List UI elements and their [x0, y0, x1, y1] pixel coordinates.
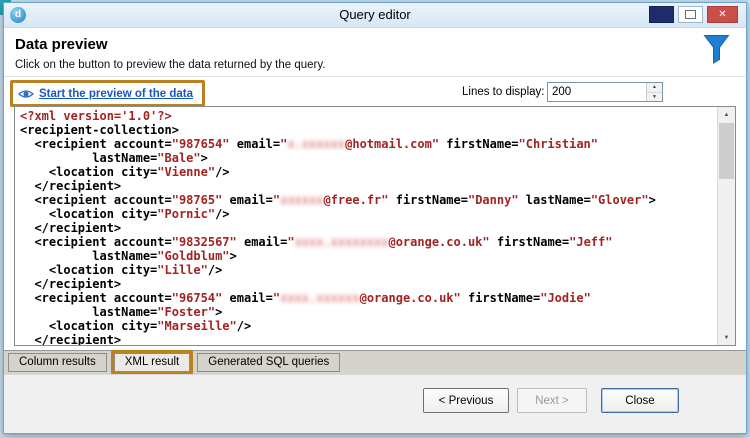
annotation-highlight-preview-link: Start the preview of the data [10, 80, 206, 107]
scrollbar-thumb[interactable] [719, 123, 734, 179]
lines-to-display-value: 200 [552, 86, 572, 98]
close-dialog-button[interactable]: Close [601, 388, 679, 413]
start-preview-link[interactable]: Start the preview of the data [39, 88, 193, 100]
tab-xml-result[interactable]: XML result [113, 353, 191, 372]
lines-to-display-label: Lines to display: [462, 86, 545, 98]
lines-to-display-input[interactable]: 200 ▲ ▼ [547, 82, 663, 102]
scroll-down-button[interactable]: ▼ [718, 330, 735, 345]
divider [4, 76, 746, 77]
page-title: Data preview [15, 36, 108, 53]
tab-generated-sql-queries[interactable]: Generated SQL queries [197, 353, 341, 372]
minimize-button[interactable] [649, 6, 674, 23]
xml-preview-text: <?xml version='1.0'?> <recipient-collecti… [20, 109, 656, 345]
footer-bar: < Previous Next > Close [4, 374, 746, 433]
spin-up-button[interactable]: ▲ [647, 83, 662, 93]
eye-icon [18, 89, 34, 98]
close-window-button[interactable]: ✕ [707, 6, 738, 23]
xml-preview-pane[interactable]: <?xml version='1.0'?> <recipient-collecti… [14, 106, 736, 346]
titlebar[interactable]: d Query editor ✕ [4, 3, 746, 28]
scroll-up-button[interactable]: ▲ [718, 107, 735, 122]
window-controls: ✕ [649, 6, 738, 23]
spinner: ▲ ▼ [646, 83, 662, 101]
previous-button[interactable]: < Previous [423, 388, 509, 413]
vertical-scrollbar[interactable]: ▲ ▼ [717, 107, 735, 345]
desktop-background: d Query editor ✕ Data preview Click on t… [0, 0, 750, 438]
filter-icon[interactable] [703, 34, 730, 65]
maximize-icon [685, 10, 696, 19]
spin-down-button[interactable]: ▼ [647, 92, 662, 101]
maximize-button[interactable] [678, 6, 703, 23]
page-subtitle: Click on the button to preview the data … [15, 59, 326, 71]
window-title: Query editor [339, 7, 411, 22]
tab-column-results[interactable]: Column results [8, 353, 107, 372]
next-button[interactable]: Next > [517, 388, 587, 413]
query-editor-window: d Query editor ✕ Data preview Click on t… [3, 2, 747, 434]
annotation-highlight-xml-result-tab: XML result [110, 350, 194, 375]
result-tabs: Column results XML result Generated SQL … [4, 350, 746, 375]
